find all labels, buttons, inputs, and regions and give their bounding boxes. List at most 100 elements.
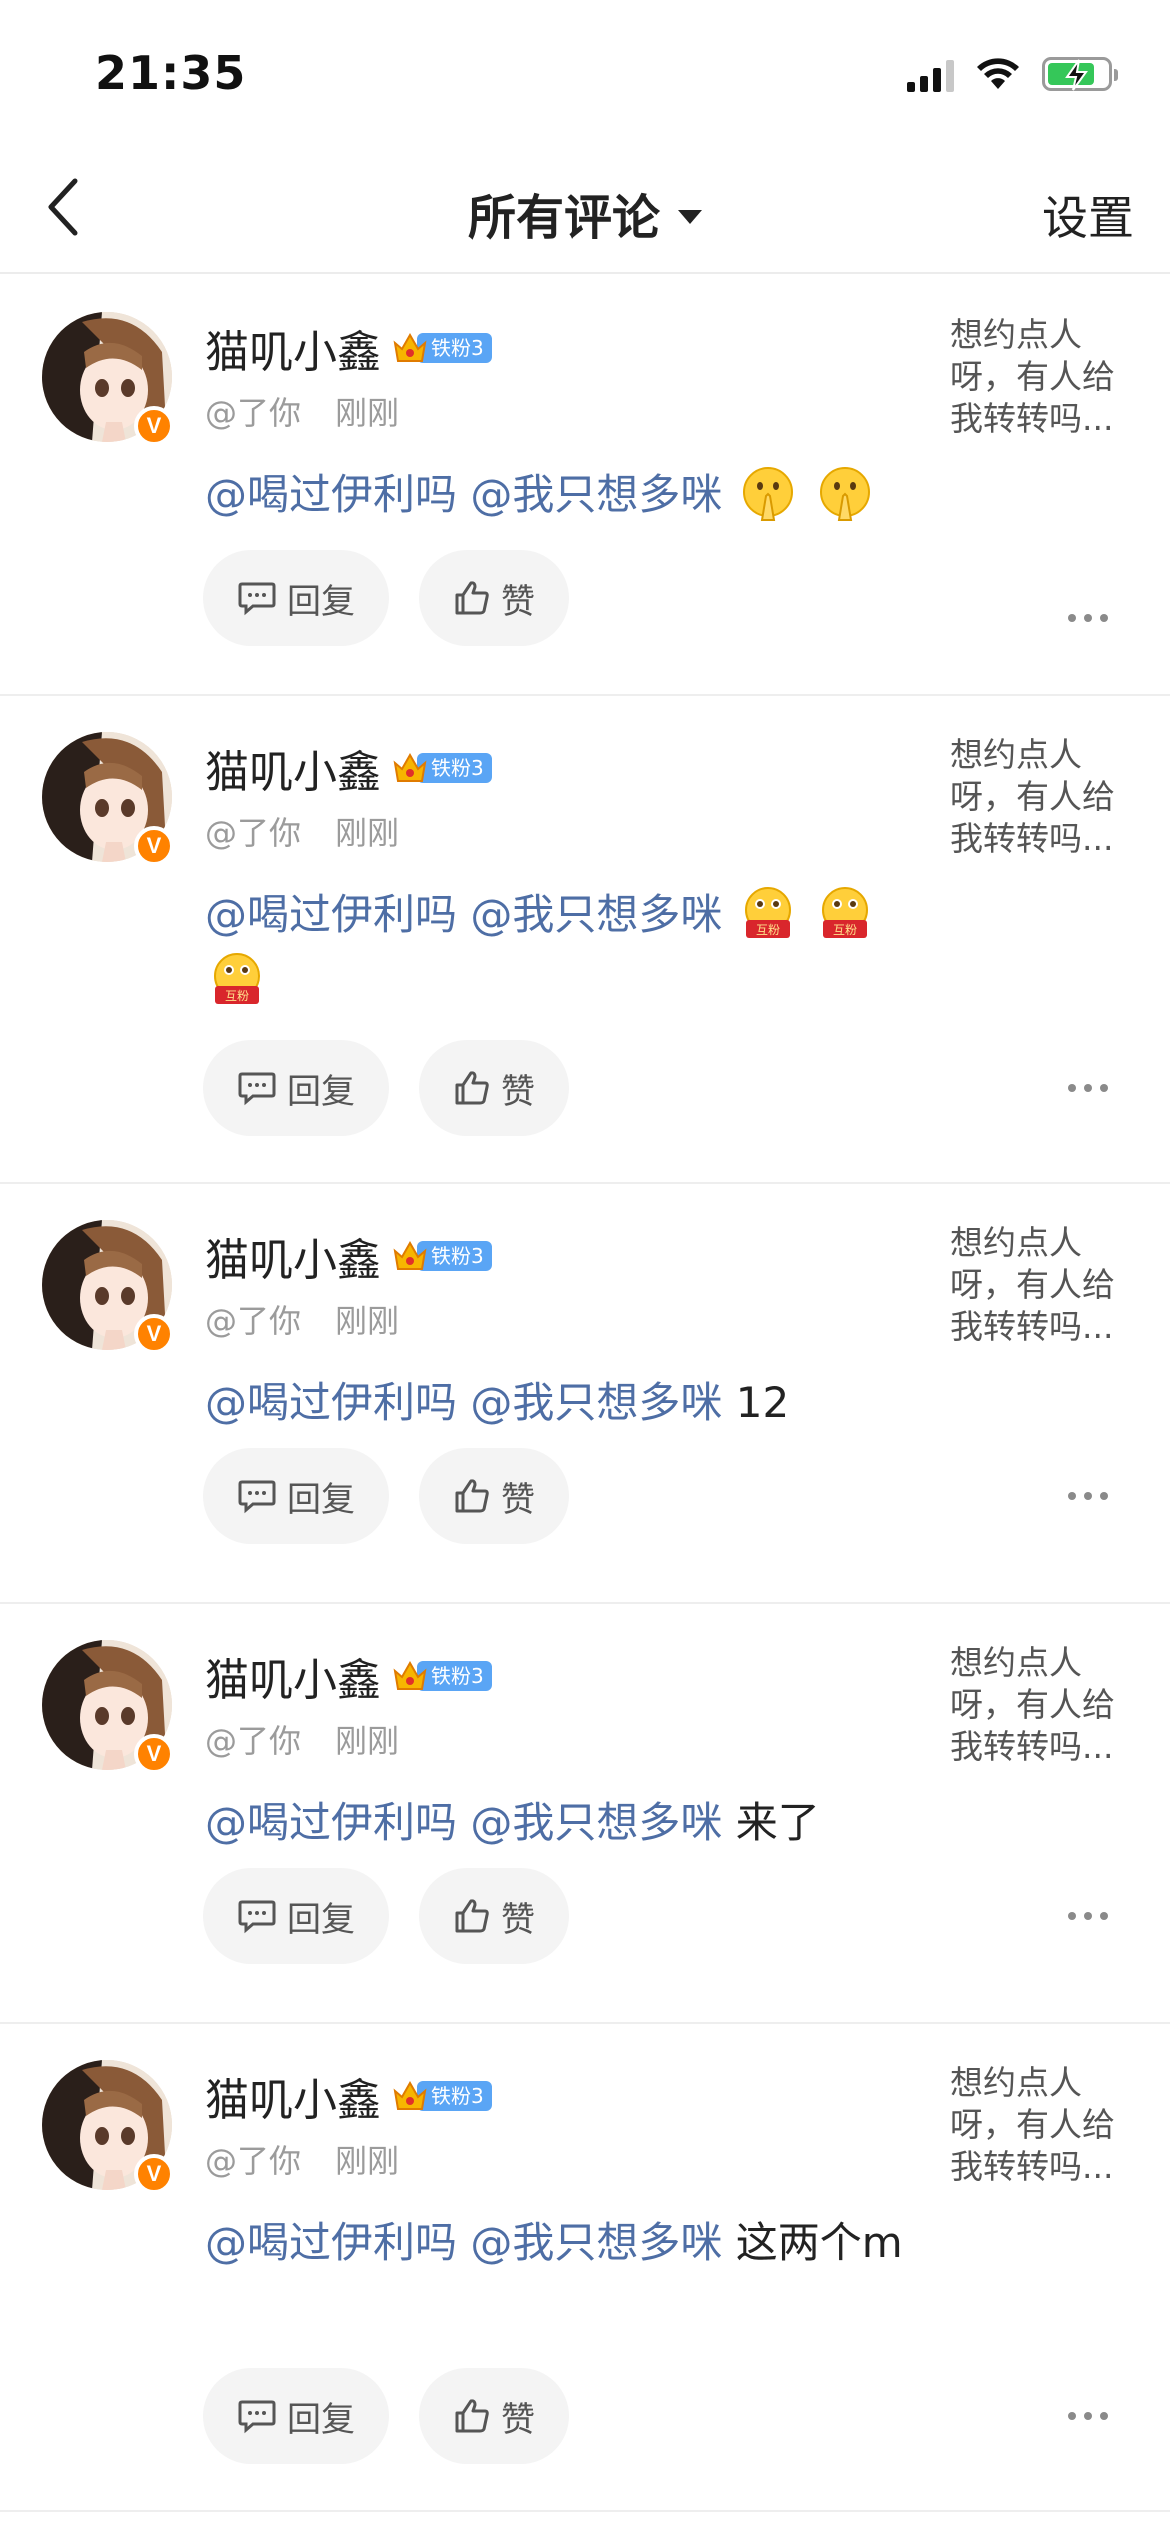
more-options-button[interactable] [1058,2396,1118,2436]
hufen-emoji-icon: 互粉 [744,886,791,938]
more-options-button[interactable] [1058,1068,1118,1108]
battery-charging-icon [1042,57,1118,91]
comment-item[interactable]: V 猫叽小鑫 铁粉3 @了你 刚刚 想约点人呀，有人给我转转吗... @喝过伊利吗… [0,2024,1170,2512]
comment-content: @喝过伊利吗 @我只想多咪 互粉 互粉 互粉 [205,882,925,1014]
mention-link[interactable]: @喝过伊利吗 [205,2218,457,2267]
fan-badge[interactable]: 铁粉3 [391,749,492,787]
timestamp: 刚刚 [335,2142,400,2180]
verified-badge-icon: V [134,826,174,866]
like-button[interactable]: 赞 [419,1040,569,1136]
like-button[interactable]: 赞 [419,550,569,646]
hufen-emoji-icon: 互粉 [822,886,869,938]
original-post-preview[interactable]: 想约点人呀，有人给我转转吗... [950,1222,1140,1348]
avatar[interactable]: V [42,1220,174,1354]
username[interactable]: 猫叽小鑫 [205,2064,381,2128]
timestamp: 刚刚 [335,1302,400,1340]
comment-item[interactable]: V 猫叽小鑫 铁粉3 @了你 刚刚 想约点人呀，有人给我转转吗... @喝过伊利吗… [0,696,1170,1184]
comment-actions: 回复 赞 [203,1040,569,1136]
mention-link[interactable]: @喝过伊利吗 [205,890,457,939]
comment-actions: 回复 赞 [203,2368,569,2464]
avatar[interactable]: V [42,312,174,446]
reply-button[interactable]: 回复 [203,1448,389,1544]
meta-line: @了你 刚刚 [205,1716,399,1762]
settings-button[interactable]: 设置 [1042,182,1134,248]
page-title: 所有评论 [467,190,660,246]
mention-link[interactable]: @喝过伊利吗 [205,1378,457,1427]
like-label: 赞 [501,1899,535,1940]
avatar[interactable]: V [42,2060,174,2194]
like-button[interactable]: 赞 [419,2368,569,2464]
original-post-preview[interactable]: 想约点人呀，有人给我转转吗... [950,314,1140,440]
reply-label: 回复 [287,1071,355,1112]
verified-badge-icon: V [134,406,174,446]
comment-item[interactable]: V 猫叽小鑫 铁粉3 @了你 刚刚 想约点人呀，有人给我转转吗... @喝过伊利吗… [0,1604,1170,2024]
like-label: 赞 [501,2399,535,2440]
more-options-button[interactable] [1058,598,1118,638]
reply-label: 回复 [287,2399,355,2440]
more-options-button[interactable] [1058,1896,1118,1936]
hufen-emoji-label: 互粉 [833,923,857,937]
nav-bar: 所有评论 设置 [0,140,1170,274]
like-button[interactable]: 赞 [419,1448,569,1544]
status-bar: 21:35 [0,0,1170,140]
user-line: 猫叽小鑫 铁粉3 [205,2064,492,2128]
thumbs-up-icon [455,581,489,615]
comment-text: 这两个m [735,2218,903,2267]
like-button[interactable]: 赞 [419,1868,569,1964]
mention-link[interactable]: @我只想多咪 [470,890,722,939]
fan-badge[interactable]: 铁粉3 [391,2077,492,2115]
fan-badge[interactable]: 铁粉3 [391,1657,492,1695]
comment-filter-dropdown[interactable]: 所有评论 [0,178,1170,248]
reply-button[interactable]: 回复 [203,1868,389,1964]
verified-badge-icon: V [134,1314,174,1354]
user-line: 猫叽小鑫 铁粉3 [205,316,492,380]
mention-link[interactable]: @喝过伊利吗 [205,470,457,519]
mention-source: @了你 [205,2142,302,2180]
verified-badge-icon: V [134,1734,174,1774]
fan-badge[interactable]: 铁粉3 [391,1237,492,1275]
crown-icon [393,2080,427,2110]
comment-actions: 回复 赞 [203,550,569,646]
reply-button[interactable]: 回复 [203,1040,389,1136]
mention-link[interactable]: @喝过伊利吗 [205,1798,457,1847]
mention-source: @了你 [205,814,302,852]
mention-source: @了你 [205,394,302,432]
username[interactable]: 猫叽小鑫 [205,1224,381,1288]
comment-actions: 回复 赞 [203,1448,569,1544]
reply-button[interactable]: 回复 [203,550,389,646]
avatar[interactable]: V [42,1640,174,1774]
comment-item[interactable]: V 猫叽小鑫 铁粉3 @了你 刚刚 想约点人呀，有人给我转转吗... @喝过伊利吗… [0,276,1170,696]
avatar[interactable]: V [42,732,174,866]
comment-bubble-icon [238,1480,276,1514]
comment-item[interactable]: V 猫叽小鑫 铁粉3 @了你 刚刚 想约点人呀，有人给我转转吗... @喝过伊利吗… [0,1184,1170,1604]
reply-label: 回复 [287,581,355,622]
crown-icon [393,1660,427,1690]
comment-content: @喝过伊利吗 @我只想多咪 这两个m [205,2210,925,2276]
mention-source: @了你 [205,1302,302,1340]
username[interactable]: 猫叽小鑫 [205,1644,381,1708]
original-post-preview[interactable]: 想约点人呀，有人给我转转吗... [950,1642,1140,1768]
mention-link[interactable]: @我只想多咪 [470,470,722,519]
username[interactable]: 猫叽小鑫 [205,736,381,800]
mention-link[interactable]: @我只想多咪 [470,2218,722,2267]
meta-line: @了你 刚刚 [205,2136,399,2182]
mention-link[interactable]: @我只想多咪 [470,1798,722,1847]
crown-icon [393,332,427,362]
mention-link[interactable]: @我只想多咪 [470,1378,722,1427]
comment-content: @喝过伊利吗 @我只想多咪 12 [205,1370,925,1436]
original-post-preview[interactable]: 想约点人呀，有人给我转转吗... [950,734,1140,860]
thumbs-up-icon [455,2399,489,2433]
username[interactable]: 猫叽小鑫 [205,316,381,380]
wifi-icon [977,58,1019,89]
comment-bubble-icon [238,1900,276,1934]
timestamp: 刚刚 [335,394,400,432]
meta-line: @了你 刚刚 [205,1296,399,1342]
reply-button[interactable]: 回复 [203,2368,389,2464]
user-line: 猫叽小鑫 铁粉3 [205,1224,492,1288]
fan-badge[interactable]: 铁粉3 [391,329,492,367]
comment-text: 来了 [735,1798,820,1847]
thumbs-up-icon [455,1899,489,1933]
more-options-button[interactable] [1058,1476,1118,1516]
comment-actions: 回复 赞 [203,1868,569,1964]
original-post-preview[interactable]: 想约点人呀，有人给我转转吗... [950,2062,1140,2188]
